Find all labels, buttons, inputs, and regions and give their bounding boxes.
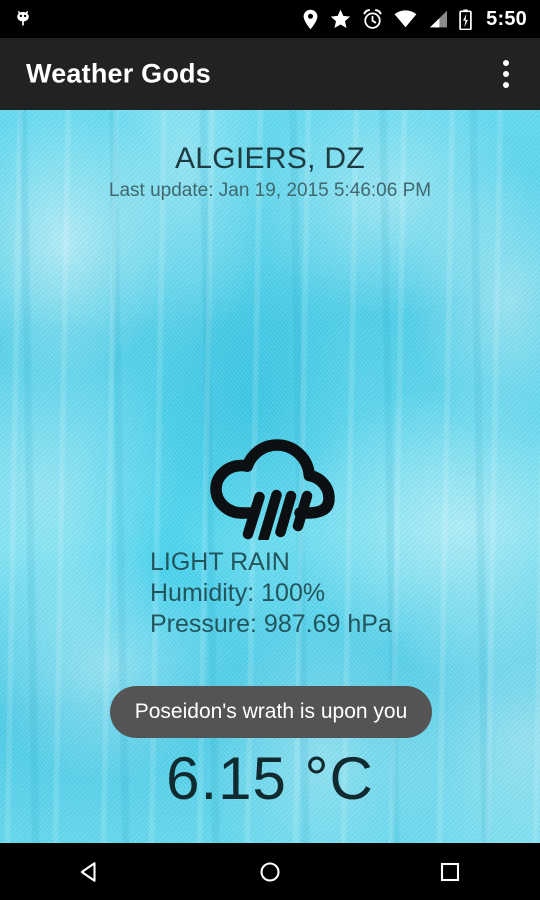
overflow-dot — [503, 71, 509, 77]
wrath-message-text: Poseidon's wrath is upon you — [134, 700, 408, 723]
status-bar: 5:50 — [0, 0, 540, 38]
temperature-value: 6.15 °C — [166, 745, 374, 812]
weather-conditions: LIGHT RAIN Humidity: 100% Pressure: 987.… — [150, 547, 392, 640]
status-bar-right: 5:50 — [302, 8, 540, 31]
weather-content: ALGIERS, DZ Last update: Jan 19, 2015 5:… — [0, 110, 540, 843]
back-button[interactable] — [0, 843, 180, 900]
condition-text: LIGHT RAIN — [150, 548, 290, 576]
alarm-clock-icon — [362, 8, 383, 30]
wrath-message-button[interactable]: Poseidon's wrath is upon you — [110, 686, 432, 738]
battery-charging-icon — [459, 9, 472, 30]
status-bar-left — [0, 8, 34, 30]
star-icon — [330, 9, 351, 29]
overflow-menu-button[interactable] — [488, 50, 524, 98]
recents-button[interactable] — [360, 843, 540, 900]
rain-cloud-icon — [210, 435, 335, 545]
wifi-icon — [394, 10, 417, 28]
app-bar: Weather Gods — [0, 38, 540, 110]
android-head-icon — [12, 8, 34, 30]
cell-signal-icon — [428, 10, 448, 28]
overflow-dot — [503, 82, 509, 88]
overflow-dot — [503, 60, 509, 66]
location-title: ALGIERS, DZ — [174, 142, 365, 175]
last-update-text: Last update: Jan 19, 2015 5:46:06 PM — [108, 180, 432, 201]
home-button[interactable] — [180, 843, 360, 900]
android-nav-bar — [0, 843, 540, 900]
status-bar-clock: 5:50 — [486, 7, 527, 30]
humidity-text: Humidity: 100% — [150, 579, 326, 607]
location-pin-icon — [302, 9, 319, 30]
app-title: Weather Gods — [26, 58, 211, 89]
phone-screen: 5:50 Weather Gods ALGIERS, DZ Last updat… — [0, 0, 540, 900]
pressure-text: Pressure: 987.69 hPa — [150, 610, 392, 638]
